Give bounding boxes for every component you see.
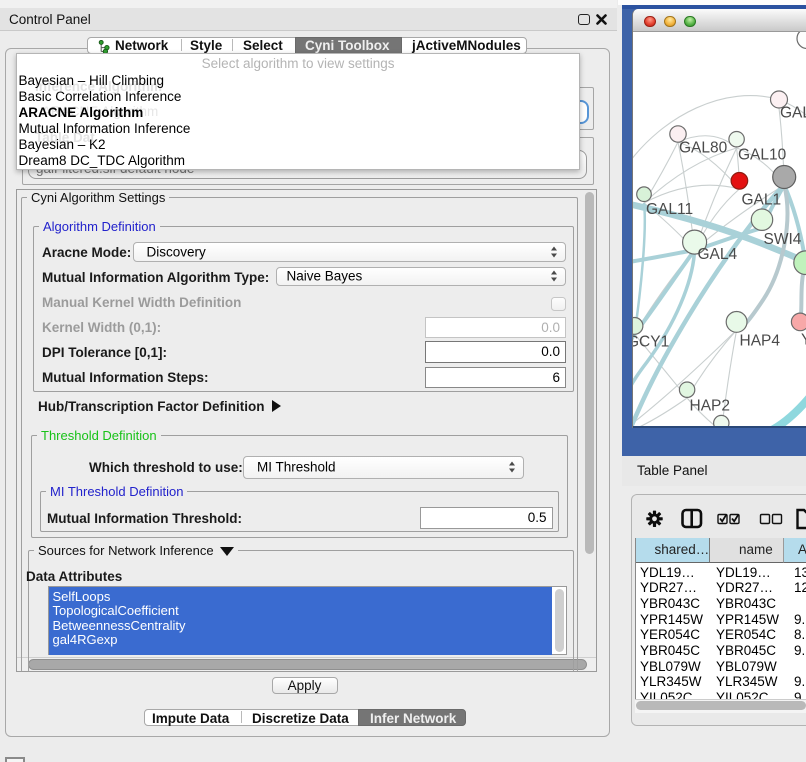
svg-text:GAL7: GAL7 [780, 104, 806, 121]
svg-text:GAL80: GAL80 [679, 139, 728, 156]
svg-text:HAP2: HAP2 [690, 397, 731, 414]
svg-text:Y: Y [801, 331, 806, 348]
svg-text:GAL11: GAL11 [646, 201, 693, 218]
svg-text:GAL1: GAL1 [742, 191, 782, 208]
svg-text:GCY1: GCY1 [633, 333, 669, 350]
svg-text:GAL4: GAL4 [698, 246, 738, 263]
svg-text:GAL10: GAL10 [738, 146, 787, 163]
svg-text:SWI4: SWI4 [764, 231, 802, 248]
svg-text:HAP4: HAP4 [740, 332, 781, 349]
